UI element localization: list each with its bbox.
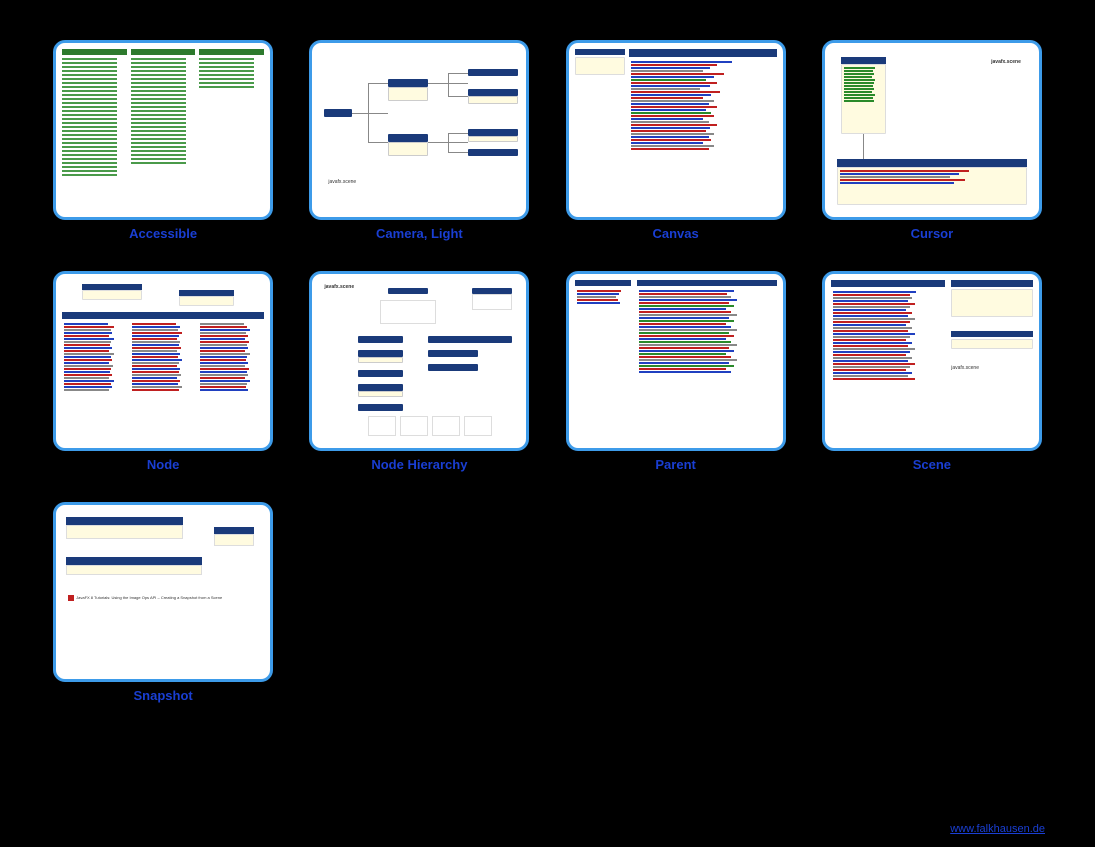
cell-accessible: Accessible (50, 40, 276, 241)
caption-parent[interactable]: Parent (655, 457, 695, 472)
cell-parent: Parent (563, 271, 789, 472)
thumb-node[interactable] (53, 271, 273, 451)
footer-link[interactable]: www.falkhausen.de (950, 823, 1045, 835)
caption-node-hierarchy[interactable]: Node Hierarchy (371, 457, 467, 472)
cell-camera-light: javafx.scene Camera, Light (306, 40, 532, 241)
caption-camera-light[interactable]: Camera, Light (376, 226, 463, 241)
package-label-scene: javafx.scene (951, 365, 1033, 371)
package-label-nh: javafx.scene (324, 284, 354, 290)
thumb-scene[interactable]: javafx.scene (822, 271, 1042, 451)
pdf-icon (68, 595, 74, 601)
cell-node: Node (50, 271, 276, 472)
cell-canvas: Canvas (563, 40, 789, 241)
caption-canvas[interactable]: Canvas (653, 226, 699, 241)
thumb-cursor[interactable]: javafx.scene (822, 40, 1042, 220)
snapshot-note: JavaFX 8 Tutorials: Using the Image Ops … (76, 595, 222, 600)
caption-node[interactable]: Node (147, 457, 180, 472)
thumb-snapshot[interactable]: JavaFX 8 Tutorials: Using the Image Ops … (53, 502, 273, 682)
cell-cursor: javafx.scene Cursor (819, 40, 1045, 241)
thumb-camera-light[interactable]: javafx.scene (309, 40, 529, 220)
cell-node-hierarchy: javafx.scene (306, 271, 532, 472)
thumb-node-hierarchy[interactable]: javafx.scene (309, 271, 529, 451)
cell-snapshot: JavaFX 8 Tutorials: Using the Image Ops … (50, 502, 276, 703)
cell-scene: javafx.scene Scene (819, 271, 1045, 472)
caption-scene[interactable]: Scene (913, 457, 951, 472)
thumb-parent[interactable] (566, 271, 786, 451)
caption-snapshot[interactable]: Snapshot (134, 688, 193, 703)
thumb-canvas[interactable] (566, 40, 786, 220)
package-label: javafx.scene (328, 179, 356, 185)
package-label-cursor: javafx.scene (991, 59, 1021, 65)
caption-accessible[interactable]: Accessible (129, 226, 197, 241)
caption-cursor[interactable]: Cursor (911, 226, 954, 241)
thumb-accessible[interactable] (53, 40, 273, 220)
thumbnail-grid: Accessible (50, 40, 1045, 703)
